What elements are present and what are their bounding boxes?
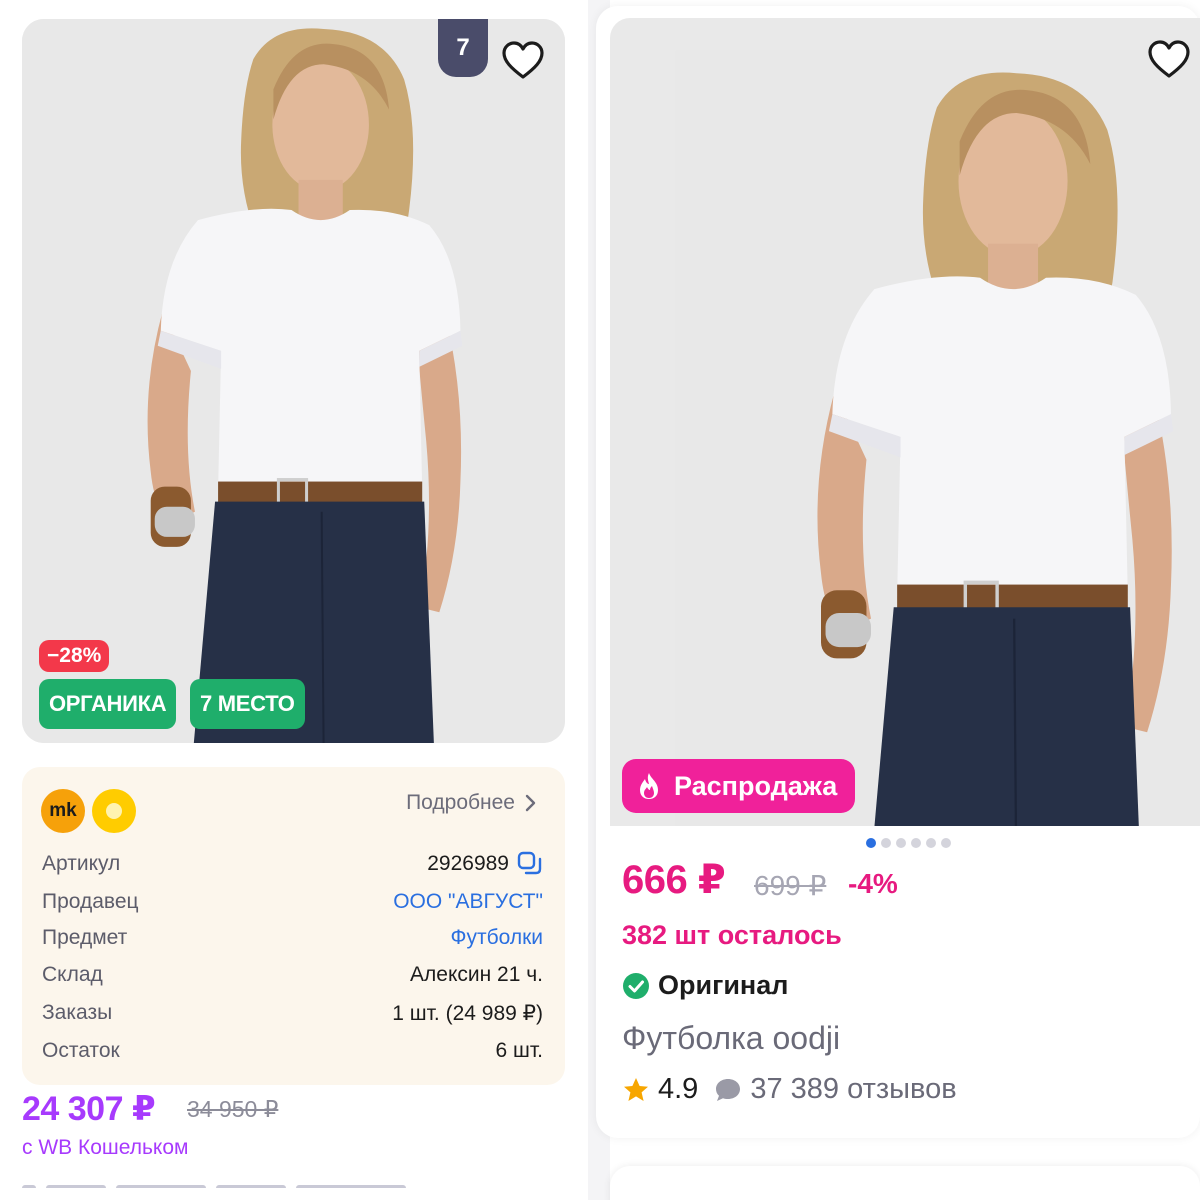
- product-photo-model: [673, 48, 1200, 826]
- old-price: 34 950 ₽: [187, 1096, 279, 1122]
- info-key: Заказы: [42, 1001, 113, 1024]
- more-details-label: Подробнее: [406, 791, 515, 814]
- carousel-dot[interactable]: [866, 838, 876, 848]
- info-row-orders: Заказы 1 шт. (24 989 ₽): [42, 999, 543, 1027]
- comment-bubble-icon: [716, 1078, 741, 1101]
- star-icon: [624, 1077, 648, 1101]
- seller-logo[interactable]: mk: [41, 789, 85, 833]
- favorite-button[interactable]: [1146, 36, 1192, 82]
- info-row-stock: Остаток 6 шт.: [42, 1037, 543, 1065]
- info-value: Алексин 21 ч.: [410, 963, 543, 986]
- carousel-dot[interactable]: [881, 838, 891, 848]
- carousel-dot[interactable]: [896, 838, 906, 848]
- rating-row[interactable]: 4.9 37 389 отзывов: [622, 1073, 957, 1106]
- sale-label: Распродажа: [674, 770, 838, 801]
- carousel-dot[interactable]: [926, 838, 936, 848]
- product-photo-model: [22, 19, 565, 743]
- current-price: 24 307 ₽: [22, 1090, 156, 1128]
- info-key: Склад: [42, 963, 103, 986]
- next-product-card[interactable]: [610, 1166, 1200, 1200]
- old-price: 699 ₽: [754, 870, 827, 901]
- info-key: Артикул: [42, 852, 121, 875]
- rating-value: 4.9: [658, 1073, 699, 1105]
- place-badge: 7 МЕСТО: [190, 679, 305, 729]
- stock-left: 382 шт осталось: [622, 920, 842, 950]
- original-badge: Оригинал: [622, 970, 788, 1001]
- more-details-link[interactable]: Подробнее: [406, 791, 537, 815]
- current-price: 666 ₽: [622, 858, 726, 902]
- favorite-button[interactable]: [500, 37, 546, 83]
- wallet-note: с WB Кошельком: [22, 1136, 189, 1159]
- carousel-dots[interactable]: [866, 838, 951, 848]
- info-value: 1 шт. (24 989 ₽): [392, 1001, 543, 1025]
- check-circle-icon: [623, 972, 649, 999]
- carousel-dot[interactable]: [911, 838, 921, 848]
- chevron-right-icon: [525, 794, 536, 812]
- seller-link[interactable]: ООО "АВГУСТ": [393, 890, 543, 914]
- sale-badge: Распродажа: [622, 759, 856, 813]
- discount-badge: −28%: [39, 640, 110, 672]
- original-label: Оригинал: [658, 970, 789, 1000]
- carousel-dot[interactable]: [941, 838, 951, 848]
- reviews-count[interactable]: 37 389 отзывов: [750, 1073, 956, 1106]
- product-image[interactable]: [610, 18, 1200, 826]
- subject-link[interactable]: Футболки: [450, 926, 543, 950]
- heart-outline-icon: [502, 41, 544, 79]
- sun-logo-icon[interactable]: [92, 789, 136, 833]
- info-key: Остаток: [42, 1039, 120, 1062]
- info-row-warehouse: Склад Алексин 21 ч.: [42, 961, 543, 989]
- rank-badge: 7: [438, 19, 488, 77]
- heart-outline-icon: [1148, 40, 1190, 78]
- article-number: 2926989: [427, 852, 509, 875]
- fire-icon: [640, 773, 658, 799]
- info-value: 2926989: [427, 851, 543, 877]
- cut-off-text: [22, 1178, 442, 1188]
- product-image[interactable]: [22, 19, 565, 743]
- organic-badge: ОРГАНИКА: [39, 679, 177, 729]
- copy-icon[interactable]: [517, 851, 543, 877]
- info-row-article: Артикул 2926989: [42, 850, 543, 878]
- product-name[interactable]: Футболка oodji: [622, 1020, 840, 1057]
- info-value: 6 шт.: [495, 1039, 544, 1062]
- info-key: Предмет: [42, 926, 128, 949]
- product-info-panel: mk Подробнее Артикул 2926989 Продавец ОО…: [22, 767, 565, 1085]
- discount-percent: -4%: [848, 868, 898, 899]
- info-key: Продавец: [42, 890, 139, 913]
- info-row-subject: Предмет Футболки: [42, 924, 543, 952]
- product-card-left[interactable]: 7 −28% ОРГАНИКА 7 МЕСТО mk Подробнее Арт…: [0, 0, 588, 1200]
- info-row-seller: Продавец ООО "АВГУСТ": [42, 888, 543, 916]
